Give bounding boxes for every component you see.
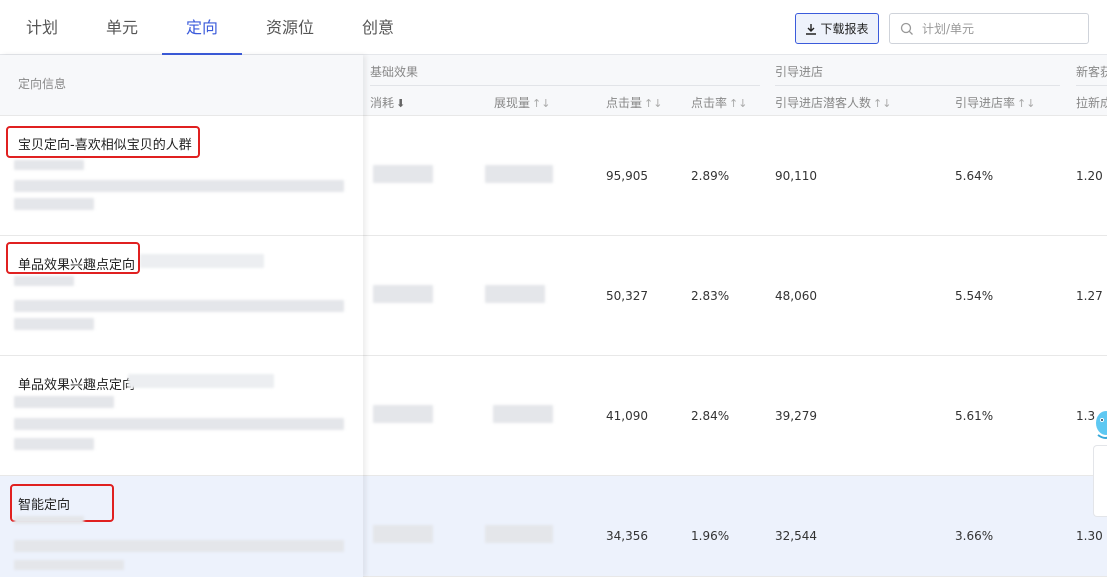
cell-store-visit-rate: 5.54%	[955, 289, 994, 303]
cell-clicks: 34,356	[606, 529, 648, 543]
redacted-text	[140, 254, 264, 268]
column-header-clicks[interactable]: 点击量 ↑↓	[606, 94, 662, 111]
redacted-text	[14, 160, 84, 170]
table-row-targeting-2[interactable]: 单品效果兴趣点定向	[0, 236, 363, 356]
sort-icon: ↑↓	[729, 97, 748, 110]
search-input[interactable]	[922, 21, 1082, 36]
cell-ctr: 1.96%	[691, 529, 730, 543]
divider	[1076, 85, 1107, 86]
divider	[775, 85, 1060, 86]
redacted-impressions	[485, 285, 545, 303]
cell-clicks: 41,090	[606, 409, 648, 423]
redacted-text	[128, 374, 274, 388]
download-icon	[806, 23, 817, 35]
redacted-text	[14, 438, 94, 450]
tab-resource[interactable]: 资源位	[256, 0, 324, 55]
cell-new-customer: 1.27	[1076, 289, 1103, 303]
cell-new-customer: 1.20	[1076, 169, 1103, 183]
cell-clicks: 95,905	[606, 169, 648, 183]
redacted-cost	[373, 525, 433, 543]
download-report-button[interactable]: 下载报表	[795, 13, 879, 44]
table-row[interactable]: 95,905 2.89% 90,110 5.64% 1.20	[363, 116, 1107, 236]
divider	[370, 85, 760, 86]
table-row-targeting-1[interactable]: 宝贝定向-喜欢相似宝贝的人群	[0, 116, 363, 236]
cell-ctr: 2.84%	[691, 409, 730, 423]
cell-store-visit-rate: 3.66%	[955, 529, 994, 543]
top-tab-bar: 计划 单元 定向 资源位 创意 下载报表	[0, 0, 1107, 55]
targeting-info-column: 定向信息 宝贝定向-喜欢相似宝贝的人群 单品效果兴趣点定向 单品效果兴趣点定向 …	[0, 55, 363, 577]
floating-tool-panel[interactable]	[1093, 445, 1107, 517]
download-report-label: 下载报表	[820, 22, 869, 36]
redacted-impressions	[493, 405, 553, 423]
group-basic-effect: 基础效果	[370, 65, 419, 79]
column-header-store-visitors[interactable]: 引导进店潜客人数 ↑↓	[775, 94, 891, 111]
targeting-name: 智能定向	[18, 498, 71, 513]
column-label: 引导进店潜客人数	[775, 96, 872, 110]
cell-store-visit-rate: 5.61%	[955, 409, 994, 423]
column-header-store-visit-rate[interactable]: 引导进店率 ↑↓	[955, 94, 1035, 111]
group-store-visit: 引导进店	[775, 65, 824, 79]
group-new-customer: 新客获	[1076, 65, 1107, 79]
column-label: 消耗	[370, 96, 395, 110]
sort-icon: ↑↓	[644, 97, 663, 110]
cell-store-visitors: 39,279	[775, 409, 817, 423]
targeting-name: 单品效果兴趣点定向	[18, 258, 136, 273]
table-row-highlighted[interactable]: 34,356 1.96% 32,544 3.66% 1.30	[363, 476, 1107, 577]
redacted-text	[14, 276, 74, 286]
redacted-cost	[373, 405, 433, 423]
table-row[interactable]: 50,327 2.83% 48,060 5.54% 1.27	[363, 236, 1107, 356]
redacted-cost	[373, 165, 433, 183]
column-label: 展现量	[494, 96, 531, 110]
assistant-mascot-icon[interactable]	[1092, 405, 1107, 441]
redacted-text	[14, 540, 344, 552]
redacted-text	[14, 318, 94, 330]
cell-store-visitors: 48,060	[775, 289, 817, 303]
redacted-text	[14, 418, 344, 430]
metrics-header: 基础效果 引导进店 新客获 消耗 ⬇ 展现量 ↑↓ 点击量 ↑↓ 点击率 ↑↓ 引导进店…	[363, 55, 1107, 116]
targeting-info-header: 定向信息	[0, 55, 363, 116]
redacted-cost	[373, 285, 433, 303]
column-header-impressions[interactable]: 展现量 ↑↓	[494, 94, 550, 111]
search-box[interactable]	[889, 13, 1089, 44]
redacted-text	[14, 396, 114, 408]
column-label: 点击率	[691, 96, 728, 110]
tab-creative[interactable]: 创意	[350, 0, 406, 55]
tab-plan[interactable]: 计划	[14, 0, 70, 55]
column-header-cost[interactable]: 消耗 ⬇	[370, 94, 405, 111]
redacted-impressions	[485, 525, 553, 543]
tab-unit[interactable]: 单元	[94, 0, 150, 55]
tab-targeting[interactable]: 定向	[162, 0, 242, 55]
cell-store-visitors: 32,544	[775, 529, 817, 543]
sort-icon: ↑↓	[532, 97, 551, 110]
search-icon	[900, 22, 913, 35]
column-label: 拉新成	[1076, 96, 1107, 110]
targeting-name: 宝贝定向-喜欢相似宝贝的人群	[18, 138, 192, 153]
table-row-targeting-3[interactable]: 单品效果兴趣点定向	[0, 356, 363, 476]
redacted-text	[14, 516, 84, 524]
cell-ctr: 2.83%	[691, 289, 730, 303]
sort-icon: ↑↓	[873, 97, 892, 110]
column-header-ctr[interactable]: 点击率 ↑↓	[691, 94, 747, 111]
column-label: 引导进店率	[955, 96, 1016, 110]
sort-desc-icon: ⬇	[396, 97, 406, 110]
cell-store-visit-rate: 5.64%	[955, 169, 994, 183]
redacted-impressions	[485, 165, 553, 183]
redacted-text	[14, 560, 124, 570]
sort-icon: ↑↓	[1017, 97, 1036, 110]
cell-ctr: 2.89%	[691, 169, 730, 183]
targeting-name: 单品效果兴趣点定向	[18, 378, 136, 393]
table-row-targeting-4[interactable]: 智能定向	[0, 476, 363, 577]
column-header-new-customer[interactable]: 拉新成	[1076, 94, 1107, 111]
redacted-text	[14, 300, 344, 312]
cell-store-visitors: 90,110	[775, 169, 817, 183]
redacted-text	[14, 180, 344, 192]
table-row[interactable]: 41,090 2.84% 39,279 5.61% 1.3	[363, 356, 1107, 476]
redacted-text	[14, 198, 94, 210]
cell-clicks: 50,327	[606, 289, 648, 303]
column-label: 点击量	[606, 96, 643, 110]
